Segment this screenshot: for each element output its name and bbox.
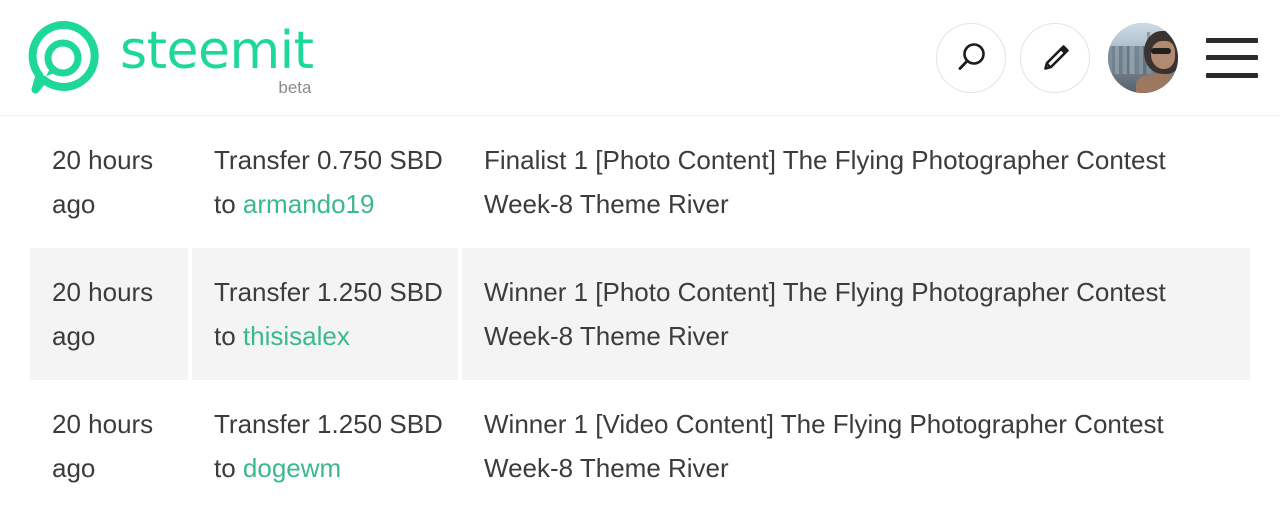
site-header: steemit beta bbox=[0, 0, 1280, 116]
transaction-date: 20 hours ago bbox=[52, 409, 154, 483]
table-row[interactable]: 20 hours ago Transfer 1.250 SBD to thisi… bbox=[30, 248, 1250, 380]
avatar-face bbox=[1151, 40, 1176, 69]
header-actions bbox=[936, 22, 1258, 93]
search-icon bbox=[958, 42, 985, 70]
table-row[interactable]: 20 hours ago Transfer 0.750 SBD to arman… bbox=[30, 116, 1250, 248]
hamburger-bar-3 bbox=[1206, 72, 1258, 78]
transaction-date: 20 hours ago bbox=[30, 248, 188, 380]
steemit-logo-link[interactable]: steemit beta bbox=[26, 0, 314, 115]
transaction-description: Transfer 1.250 SBD to dogewm bbox=[192, 380, 458, 509]
recipient-link[interactable]: dogewm bbox=[243, 453, 341, 483]
transaction-amount: Transfer 1.250 SBD bbox=[214, 277, 443, 307]
transaction-preposition: to bbox=[214, 453, 236, 483]
transaction-date: 20 hours ago bbox=[52, 145, 154, 219]
transaction-amount: Transfer 1.250 SBD bbox=[214, 409, 443, 439]
hamburger-bar-2 bbox=[1206, 55, 1258, 60]
recipient-link[interactable]: thisisalex bbox=[243, 321, 350, 351]
transaction-description: Transfer 1.250 SBD to thisisalex bbox=[192, 248, 458, 380]
search-button[interactable] bbox=[936, 22, 1006, 93]
compose-post-button[interactable] bbox=[1020, 22, 1090, 93]
avatar[interactable] bbox=[1108, 22, 1178, 93]
brand-wordmark: steemit bbox=[120, 20, 314, 81]
recipient-link[interactable]: armando19 bbox=[243, 189, 375, 219]
transaction-preposition: to bbox=[214, 189, 236, 219]
steemit-logo-icon bbox=[26, 19, 104, 97]
brand-beta-tag: beta bbox=[278, 77, 312, 97]
table-row[interactable]: 20 hours ago Transfer 1.250 SBD to dogew… bbox=[30, 380, 1250, 509]
hamburger-menu-icon[interactable] bbox=[1206, 37, 1258, 78]
avatar-shoulder bbox=[1136, 74, 1178, 93]
transaction-history-table: 20 hours ago Transfer 0.750 SBD to arman… bbox=[0, 116, 1280, 509]
transaction-memo: Winner 1 [Video Content] The Flying Phot… bbox=[484, 409, 1164, 483]
transaction-amount: Transfer 0.750 SBD bbox=[214, 145, 443, 175]
pencil-icon bbox=[1044, 44, 1069, 70]
transaction-memo: Winner 1 [Photo Content] The Flying Phot… bbox=[462, 248, 1250, 380]
transaction-description: Transfer 0.750 SBD to armando19 bbox=[192, 116, 458, 248]
transaction-memo: Finalist 1 [Photo Content] The Flying Ph… bbox=[484, 145, 1166, 219]
hamburger-bar-1 bbox=[1206, 37, 1258, 43]
transaction-preposition: to bbox=[214, 321, 236, 351]
avatar-sunglasses bbox=[1151, 47, 1171, 54]
